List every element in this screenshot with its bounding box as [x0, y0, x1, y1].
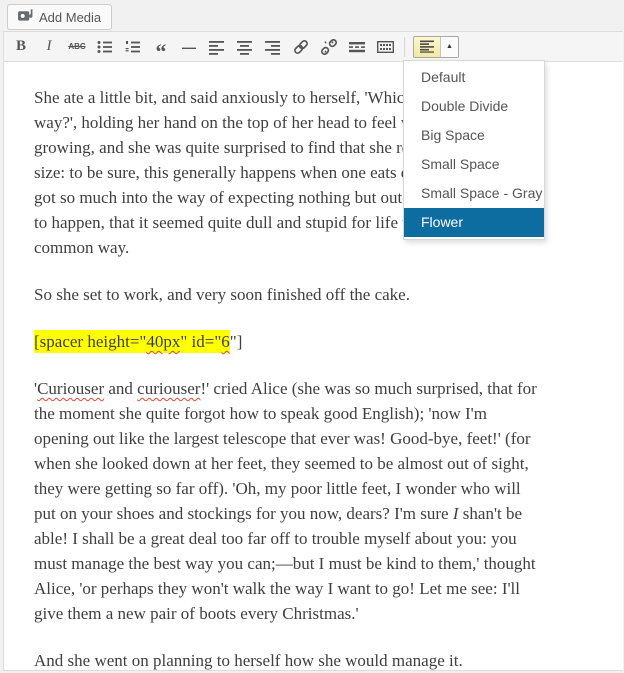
strikethrough-icon: ABC: [68, 42, 85, 51]
toolbar-toggle-icon: [377, 39, 394, 55]
toolbar-divider: [404, 37, 405, 57]
numbered-list-button[interactable]: [122, 36, 144, 58]
italic-button[interactable]: I: [38, 36, 60, 58]
shortcode-tail: "]: [230, 332, 243, 351]
paragraph-text: So she set to work, and very soon finish…: [34, 285, 410, 304]
more-tag-icon: [349, 39, 365, 55]
align-left-button[interactable]: [206, 36, 228, 58]
more-tag-button[interactable]: [346, 36, 368, 58]
menu-item-small-space-gray[interactable]: Small Space - Gray: [404, 179, 544, 208]
toolbar-toggle-button[interactable]: [374, 36, 396, 58]
align-left-icon: [209, 39, 225, 55]
italic-icon: I: [47, 38, 52, 55]
menu-item-big-space[interactable]: Big Space: [404, 121, 544, 150]
paragraph-4: 'Curiouser and curiouser!' cried Alice (…: [34, 376, 619, 626]
shortcode-misspelled-40px: 40px: [146, 330, 180, 353]
shortcode-highlight: [spacer height=": [34, 330, 146, 353]
paragraph-2: So she set to work, and very soon finish…: [34, 282, 619, 307]
spacer-style-menu: Default Double Divide Big Space Small Sp…: [403, 60, 545, 240]
misspelled-word: Curiouser: [37, 379, 104, 398]
bold-button[interactable]: B: [10, 36, 32, 58]
numbered-list-icon: [125, 39, 141, 55]
add-media-button[interactable]: Add Media: [7, 4, 112, 30]
editor-toolbar: B I ABC “ — ▲: [4, 32, 623, 62]
spacer-shortcode-line: [spacer height="40px" id="6"]: [34, 329, 619, 354]
shortcode-misspelled-6: 6: [221, 330, 230, 353]
spacer-style-dropdown-button[interactable]: ▲: [413, 36, 459, 58]
link-icon: [293, 39, 309, 55]
link-button[interactable]: [290, 36, 312, 58]
strikethrough-button[interactable]: ABC: [66, 36, 88, 58]
align-right-button[interactable]: [262, 36, 284, 58]
spacer-list-icon: [414, 37, 440, 57]
horizontal-rule-icon: —: [182, 39, 196, 55]
unlink-icon: [321, 39, 337, 55]
misspelled-word: curiouser: [137, 379, 200, 398]
unlink-button[interactable]: [318, 36, 340, 58]
add-media-label: Add Media: [39, 10, 101, 25]
paragraph-text: and: [104, 379, 137, 398]
align-right-icon: [265, 39, 281, 55]
bulleted-list-icon: [97, 39, 113, 55]
media-icon: [18, 8, 33, 26]
blockquote-button[interactable]: “: [150, 36, 172, 58]
shortcode-highlight: " id=": [180, 330, 221, 353]
blockquote-icon: “: [156, 47, 167, 57]
align-center-icon: [237, 39, 253, 55]
menu-item-small-space[interactable]: Small Space: [404, 150, 544, 179]
menu-item-double-divide[interactable]: Double Divide: [404, 92, 544, 121]
align-center-button[interactable]: [234, 36, 256, 58]
bold-icon: B: [16, 38, 26, 55]
paragraph-text: !' cried Alice (she was so much surprise…: [34, 379, 537, 523]
bulleted-list-button[interactable]: [94, 36, 116, 58]
menu-item-flower[interactable]: Flower: [404, 208, 544, 237]
menu-item-default[interactable]: Default: [404, 63, 544, 92]
media-row: Add Media: [0, 0, 624, 32]
horizontal-rule-button[interactable]: —: [178, 36, 200, 58]
paragraph-text: And she went on planning to herself how …: [34, 651, 463, 670]
dropdown-up-arrow-icon: ▲: [440, 37, 458, 57]
